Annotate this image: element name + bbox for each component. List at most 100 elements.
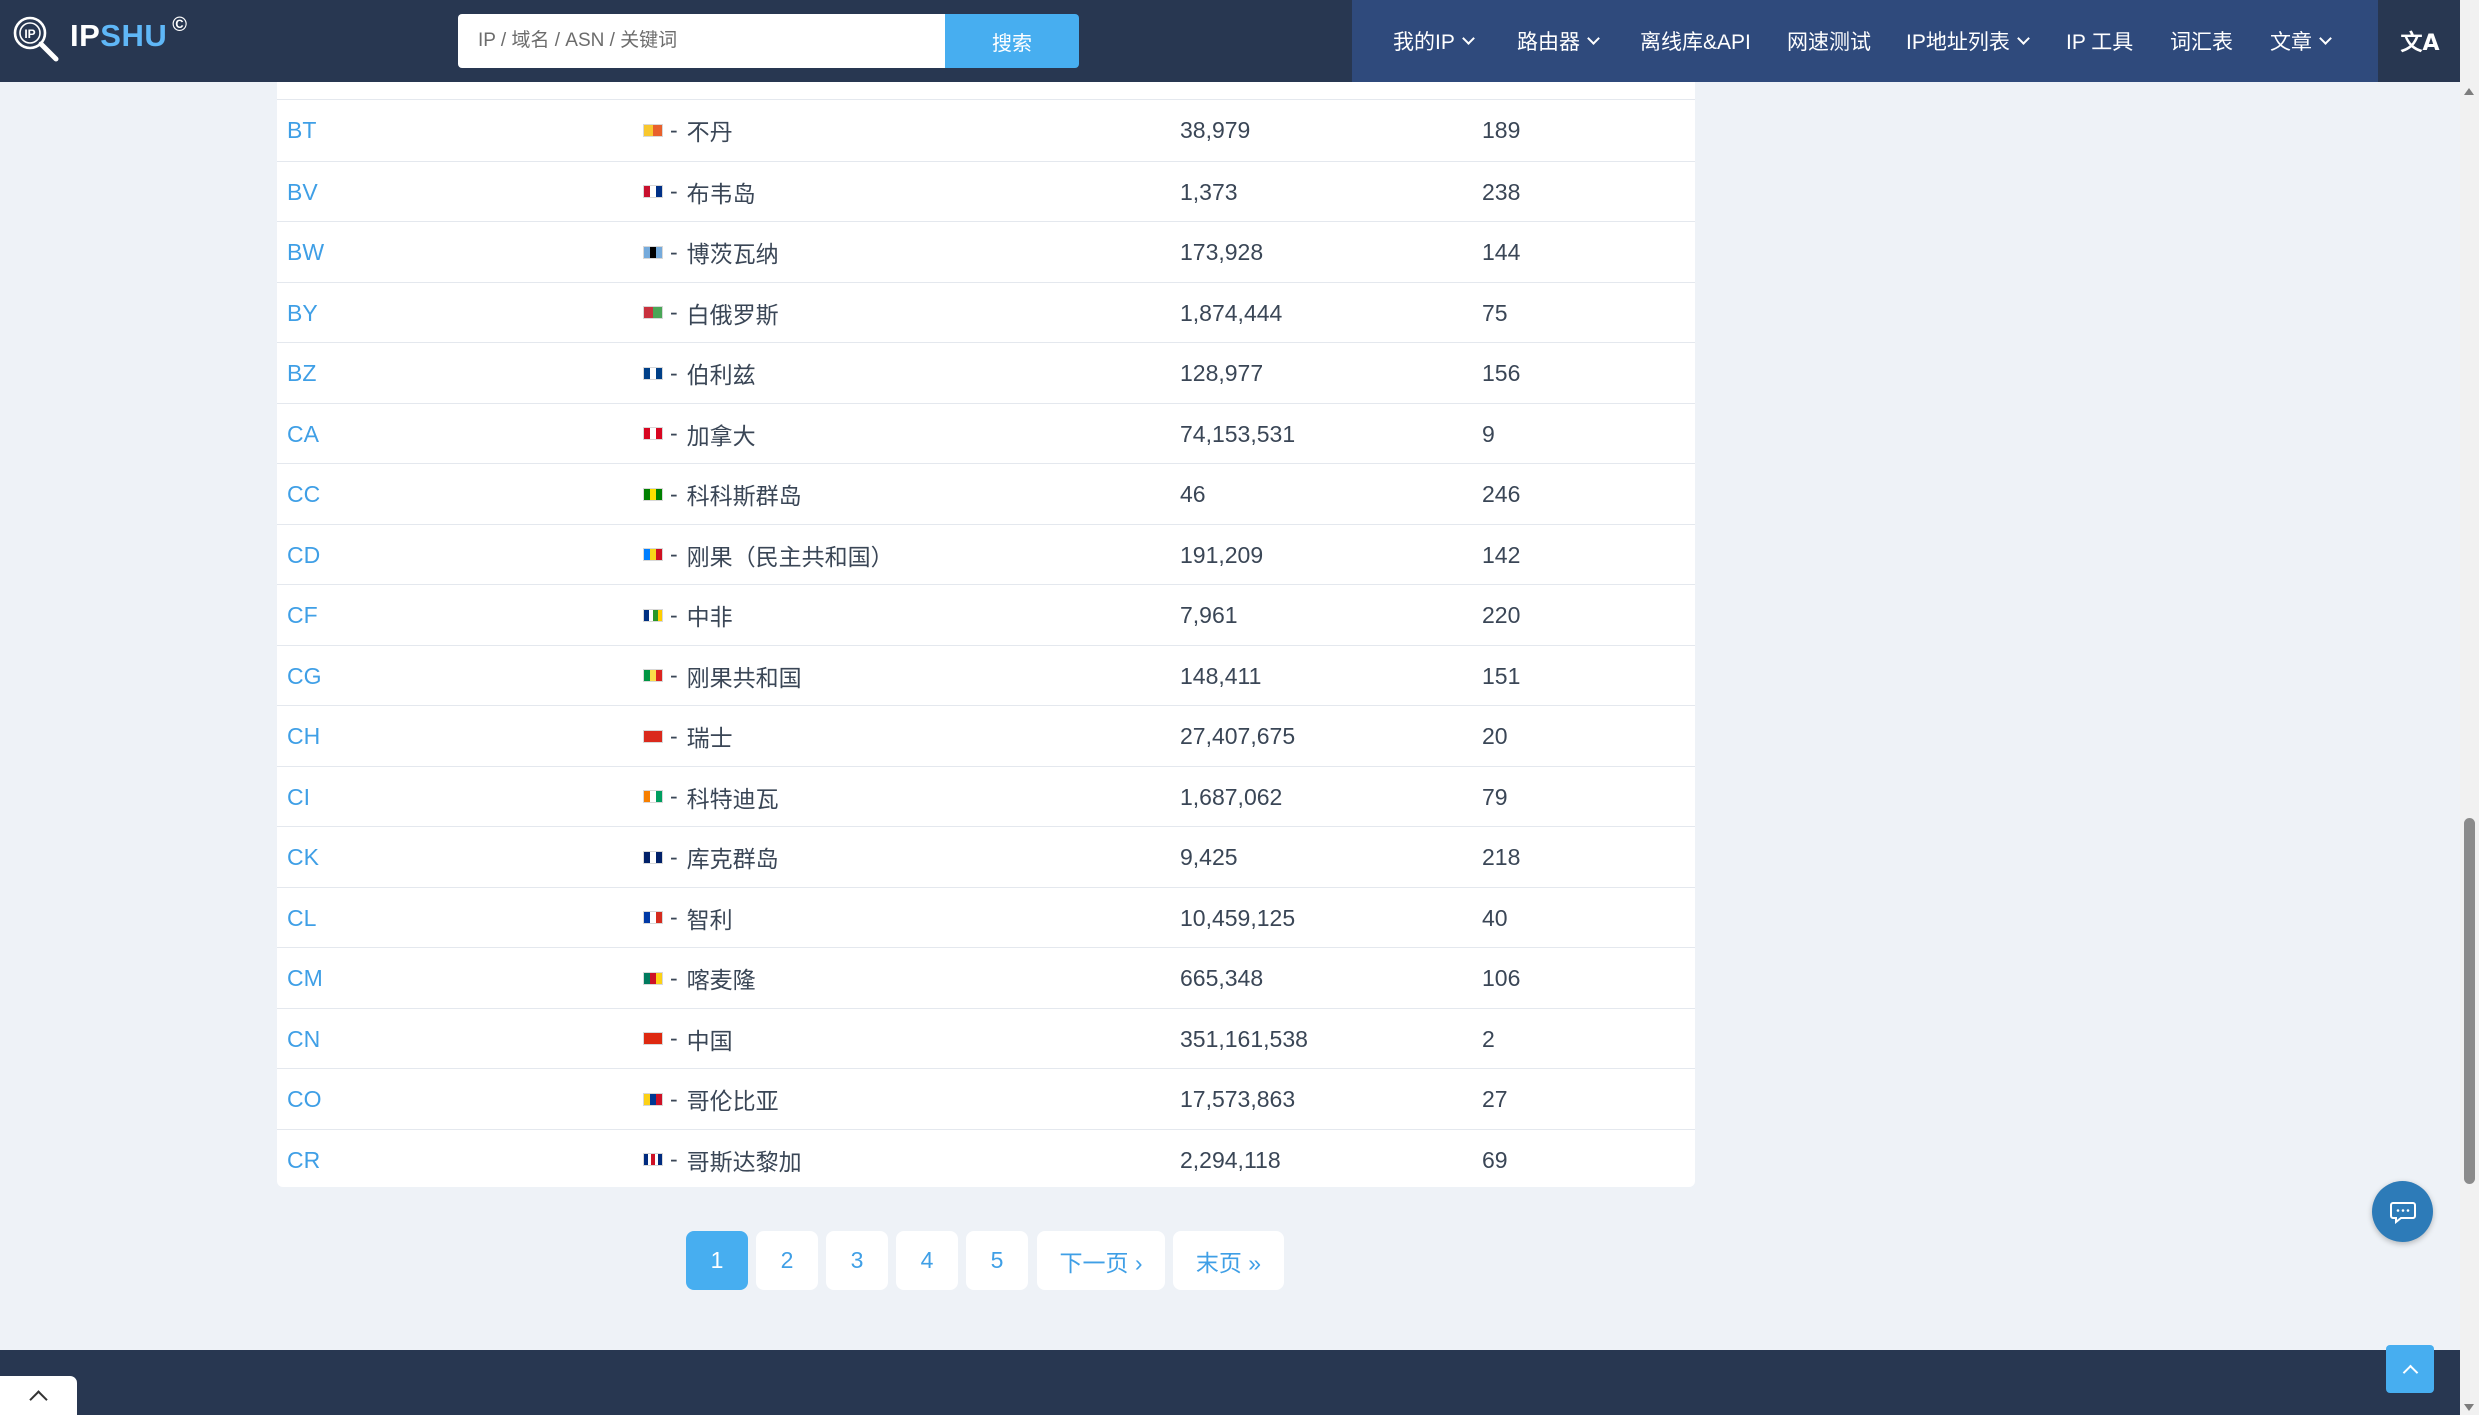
ip-count: 1,687,062 bbox=[1180, 783, 1283, 810]
table-row: CG - 刚果共和国 148,411 151 bbox=[277, 644, 1695, 706]
nav-menu-label: 离线库&API bbox=[1640, 31, 1751, 54]
flag-icon bbox=[643, 850, 663, 864]
nav-menu-label: 我的IP bbox=[1393, 31, 1455, 54]
page-1-button[interactable]: 1 bbox=[686, 1231, 748, 1290]
country-code-link[interactable]: CG bbox=[287, 646, 322, 706]
page-5-button[interactable]: 5 bbox=[966, 1231, 1028, 1290]
nav-menu-item[interactable]: 网速测试 bbox=[1787, 0, 1871, 82]
ip-count: 38,979 bbox=[1180, 117, 1251, 143]
ip-count: 191,209 bbox=[1180, 541, 1264, 568]
country-code-link[interactable]: BY bbox=[287, 283, 318, 343]
separator-dash: - bbox=[670, 662, 678, 688]
country-code-link[interactable]: CF bbox=[287, 585, 318, 645]
table-row: CK - 库克群岛 9,425 218 bbox=[277, 826, 1695, 886]
logo-magnifier-icon[interactable]: IP bbox=[10, 13, 62, 65]
country-code-link[interactable]: CL bbox=[287, 888, 316, 948]
table-row: CN - 中国 351,161,538 2 bbox=[277, 1007, 1695, 1069]
country-cell: - 布韦岛 bbox=[643, 162, 756, 222]
site-logo-text[interactable]: IPSHU © bbox=[70, 14, 188, 54]
page-4-button[interactable]: 4 bbox=[896, 1231, 958, 1290]
logo-text-shu: SHU bbox=[100, 18, 168, 53]
rank-value: 144 bbox=[1482, 239, 1521, 265]
country-code-link[interactable]: CA bbox=[287, 404, 319, 464]
country-code-link[interactable]: CK bbox=[287, 827, 319, 887]
country-code-link[interactable]: CR bbox=[287, 1130, 320, 1190]
chevron-down-icon bbox=[1587, 32, 1600, 45]
next-page-button[interactable]: 下一页 › bbox=[1037, 1231, 1165, 1290]
country-cell: - 瑞士 bbox=[643, 706, 733, 766]
rank-value: 27 bbox=[1482, 1086, 1508, 1112]
nav-menu-item[interactable]: 我的IP bbox=[1393, 0, 1475, 82]
country-code-link[interactable]: BV bbox=[287, 162, 318, 222]
nav-menu-label: IP 工具 bbox=[2066, 31, 2134, 54]
last-page-button[interactable]: 末页 » bbox=[1173, 1231, 1284, 1290]
scroll-up-arrow-icon[interactable] bbox=[2464, 88, 2474, 95]
flag-icon bbox=[643, 366, 663, 380]
country-cell: - 喀麦隆 bbox=[643, 948, 756, 1008]
ip-count: 173,928 bbox=[1180, 239, 1264, 265]
nav-menu-label: 网速测试 bbox=[1787, 31, 1871, 54]
table-row: CM - 喀麦隆 665,348 106 bbox=[277, 947, 1695, 1007]
page-3-button[interactable]: 3 bbox=[826, 1231, 888, 1290]
page-scrollbar[interactable] bbox=[2460, 0, 2479, 1415]
rank-value: 2 bbox=[1482, 1025, 1495, 1052]
flag-icon bbox=[643, 1032, 663, 1045]
country-code-link[interactable]: BW bbox=[287, 222, 324, 282]
country-code-link[interactable]: BZ bbox=[287, 343, 316, 403]
separator-dash: - bbox=[670, 359, 678, 386]
country-name: 哥伦比亚 bbox=[686, 1088, 779, 1114]
language-toggle-button[interactable]: 文A bbox=[2378, 0, 2462, 82]
nav-menu-item[interactable]: IP 工具 bbox=[2066, 0, 2133, 82]
search-button[interactable]: 搜索 bbox=[945, 14, 1079, 68]
scrollbar-thumb[interactable] bbox=[2464, 818, 2475, 1184]
country-ip-table: BT - 不丹 38,979 189 BV - 布韦岛 1,373 238 BW - 博茨瓦纳 173,9… bbox=[277, 82, 1695, 1187]
nav-menu-item[interactable]: 路由器 bbox=[1517, 0, 1600, 82]
nav-menu-item[interactable]: 文章 bbox=[2270, 0, 2332, 82]
page-2-button[interactable]: 2 bbox=[756, 1231, 818, 1290]
separator-dash: - bbox=[670, 722, 678, 749]
search-input[interactable] bbox=[458, 14, 946, 68]
country-name: 科科斯群岛 bbox=[686, 483, 802, 509]
country-code-link[interactable]: CH bbox=[287, 706, 320, 766]
rank-value: 20 bbox=[1482, 723, 1508, 749]
table-row: BY - 白俄罗斯 1,874,444 75 bbox=[277, 281, 1695, 343]
country-name: 博茨瓦纳 bbox=[686, 241, 779, 267]
flag-icon bbox=[643, 608, 663, 622]
country-cell: - 中国 bbox=[643, 1009, 733, 1069]
rank-value: 246 bbox=[1482, 481, 1521, 507]
flag-icon bbox=[643, 548, 663, 561]
nav-menu-item[interactable]: IP地址列表 bbox=[1906, 0, 2030, 82]
country-code-link[interactable]: CM bbox=[287, 948, 323, 1008]
country-code-link[interactable]: CN bbox=[287, 1009, 320, 1069]
country-cell: - 伯利兹 bbox=[643, 343, 756, 403]
separator-dash: - bbox=[670, 178, 678, 204]
rank-value: 79 bbox=[1482, 783, 1508, 810]
flag-icon bbox=[643, 487, 663, 501]
flag-icon bbox=[643, 1153, 663, 1166]
country-name: 刚果（民主共和国） bbox=[686, 543, 894, 570]
nav-menu-item[interactable]: 词汇表 bbox=[2170, 0, 2233, 82]
rank-value: 9 bbox=[1482, 420, 1495, 447]
country-cell: - 哥斯达黎加 bbox=[643, 1130, 802, 1190]
scroll-down-arrow-icon[interactable] bbox=[2464, 1404, 2474, 1411]
country-cell: - 科科斯群岛 bbox=[643, 464, 802, 524]
footer-toggle-button[interactable] bbox=[0, 1376, 77, 1415]
separator-dash: - bbox=[670, 964, 678, 991]
separator-dash: - bbox=[670, 1146, 678, 1172]
country-name: 库克群岛 bbox=[686, 846, 779, 872]
country-code-link[interactable]: CI bbox=[287, 767, 310, 827]
back-to-top-button[interactable] bbox=[2386, 1345, 2434, 1393]
ip-count: 2,294,118 bbox=[1180, 1146, 1281, 1173]
country-code-link[interactable]: BT bbox=[287, 100, 316, 160]
ip-count: 27,407,675 bbox=[1180, 723, 1296, 749]
flag-icon bbox=[643, 427, 663, 440]
nav-menu-label: 路由器 bbox=[1517, 31, 1580, 54]
country-cell: - 库克群岛 bbox=[643, 827, 779, 887]
nav-menu-item[interactable]: 离线库&API bbox=[1640, 0, 1751, 82]
country-code-link[interactable]: CO bbox=[287, 1069, 322, 1129]
country-code-link[interactable]: CD bbox=[287, 525, 320, 585]
country-code-link[interactable]: CC bbox=[287, 464, 320, 524]
chat-button[interactable] bbox=[2372, 1181, 2433, 1242]
separator-dash: - bbox=[670, 480, 678, 507]
ip-count: 128,977 bbox=[1180, 360, 1264, 386]
